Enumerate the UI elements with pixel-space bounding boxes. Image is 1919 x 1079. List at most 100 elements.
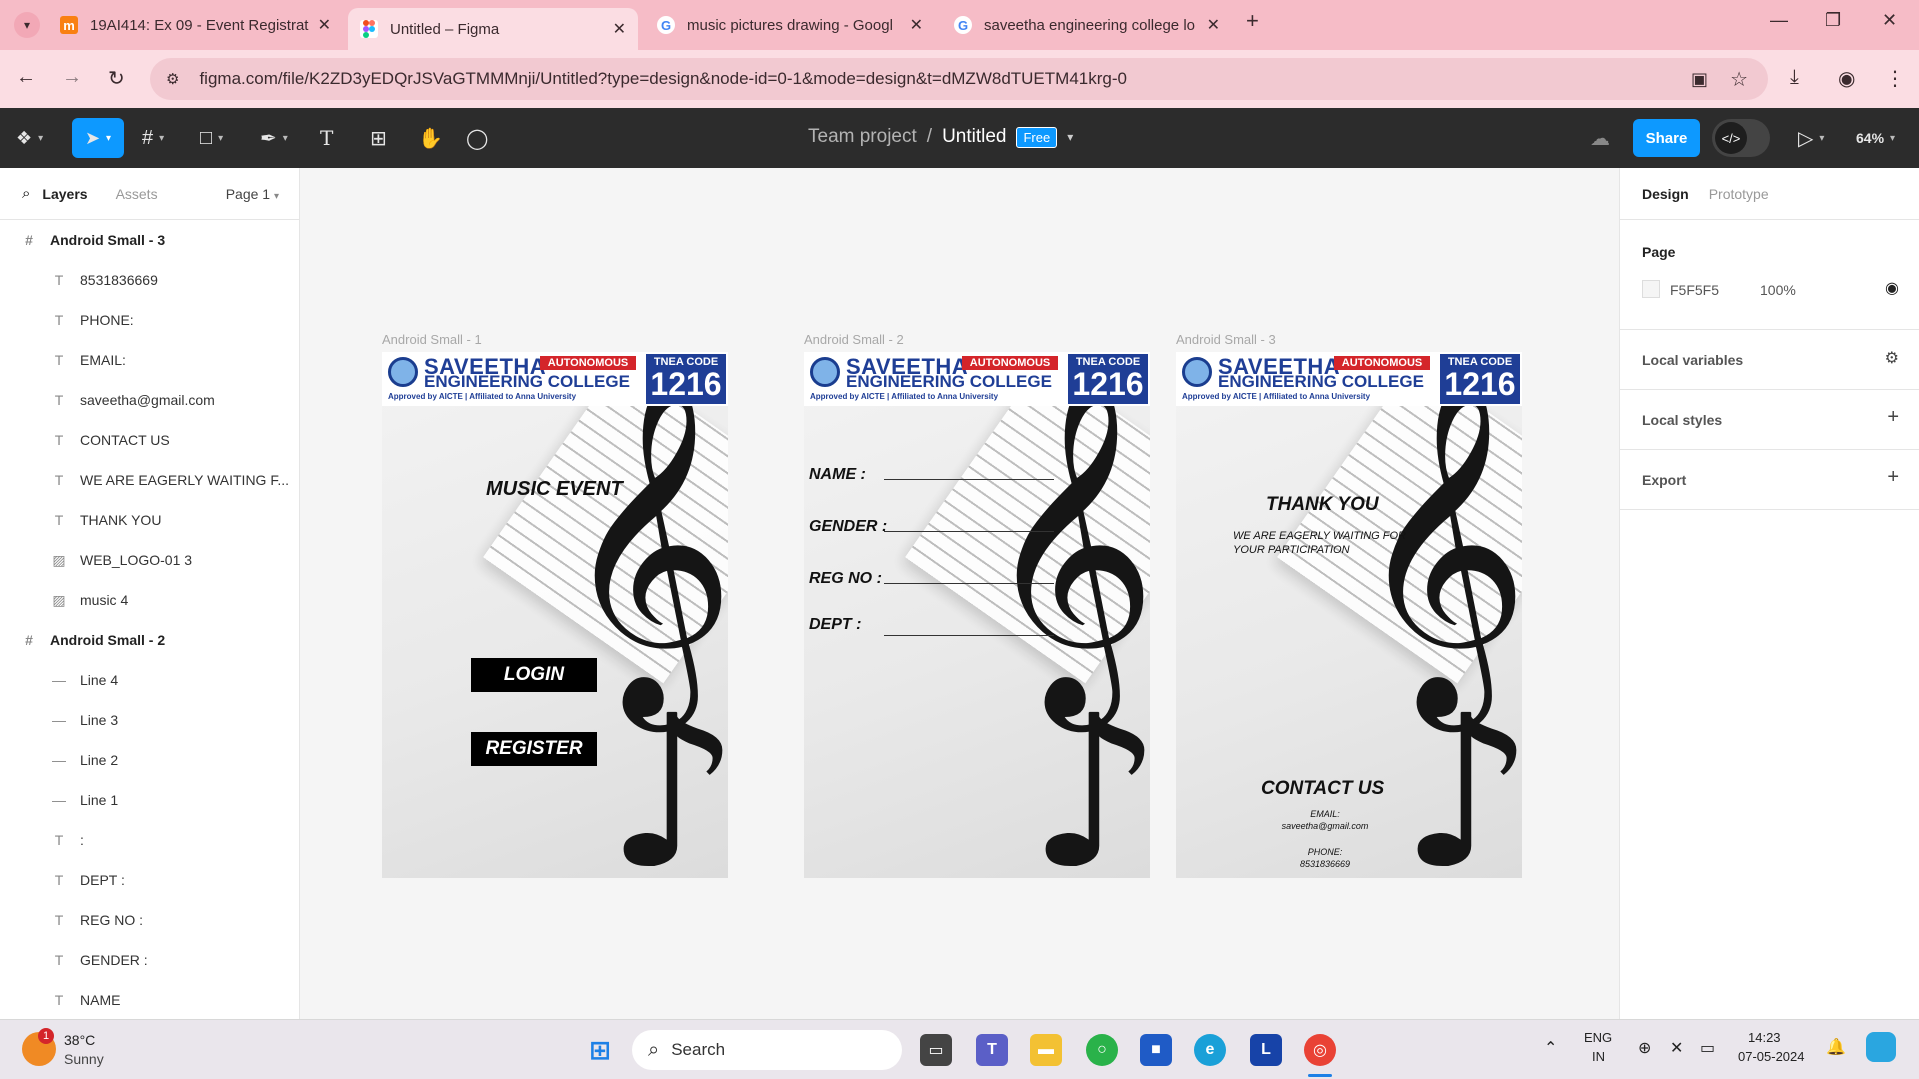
restore-icon[interactable]: ❐ bbox=[1825, 10, 1841, 31]
layer-row[interactable]: — Line 3 bbox=[0, 700, 299, 740]
page-color-hex[interactable]: F5F5F5 bbox=[1670, 282, 1719, 298]
eye-icon[interactable]: ◉ bbox=[1885, 278, 1899, 298]
forward-icon[interactable]: → bbox=[62, 66, 82, 89]
zoom-menu[interactable]: 64% ▾ bbox=[1856, 126, 1895, 150]
hand-tool-button[interactable]: ✋ bbox=[418, 126, 443, 150]
local-variables-section[interactable]: Local variables ⚙ bbox=[1620, 330, 1919, 390]
layer-row[interactable]: T PHONE: bbox=[0, 300, 299, 340]
edge-icon[interactable]: e bbox=[1194, 1034, 1226, 1066]
layer-row[interactable]: — Line 4 bbox=[0, 660, 299, 700]
shape-tool-button[interactable]: □ ▾ bbox=[200, 126, 223, 150]
resources-tool-button[interactable]: ⊞ bbox=[370, 126, 387, 150]
file-name[interactable]: Untitled bbox=[942, 126, 1006, 148]
bookmark-star-icon[interactable]: ☆ bbox=[1730, 67, 1748, 92]
taskbar-search[interactable]: ⌕ Search bbox=[632, 1030, 902, 1070]
task-view-icon[interactable]: ▭ bbox=[920, 1034, 952, 1066]
layer-row[interactable]: T: bbox=[0, 820, 299, 860]
layer-row[interactable]: T NAME bbox=[0, 980, 299, 1020]
notification-bell-icon[interactable]: 🔔 bbox=[1826, 1037, 1846, 1057]
page-color-swatch[interactable] bbox=[1642, 280, 1660, 298]
share-button[interactable]: Share bbox=[1633, 119, 1700, 157]
layer-row[interactable]: T REG NO : bbox=[0, 900, 299, 940]
layer-row[interactable]: T 8531836669 bbox=[0, 260, 299, 300]
back-icon[interactable]: ← bbox=[16, 66, 36, 89]
layer-frame-row[interactable]: # Android Small - 2 bbox=[0, 620, 299, 660]
menu-kebab-icon[interactable]: ⋮ bbox=[1885, 66, 1905, 91]
dev-mode-toggle[interactable]: </> bbox=[1712, 119, 1770, 157]
network-icon[interactable]: ⊕ bbox=[1638, 1038, 1651, 1058]
layer-row[interactable]: ▨ WEB_LOGO-01 3 bbox=[0, 540, 299, 580]
frame-android-small-2[interactable]: 𝄞 ♪ SAVEETHA ENGINEERING COLLEGE AUTONOM… bbox=[804, 352, 1150, 878]
present-button[interactable]: ▷ ▾ bbox=[1798, 126, 1824, 150]
frame-label[interactable]: Android Small - 3 bbox=[1176, 332, 1276, 347]
page-select[interactable]: Page 1 ▾ bbox=[226, 186, 279, 202]
comment-tool-button[interactable]: ◯ bbox=[466, 126, 488, 150]
battery-icon[interactable]: ▭ bbox=[1700, 1038, 1715, 1058]
chrome-icon[interactable]: ◎ bbox=[1304, 1034, 1336, 1066]
login-button[interactable]: LOGIN bbox=[471, 658, 597, 692]
clipboard-icon[interactable]: ▣ bbox=[1691, 69, 1708, 90]
windows-start-icon[interactable]: ⊞ bbox=[584, 1034, 616, 1066]
layer-row[interactable]: — Line 2 bbox=[0, 740, 299, 780]
weather-temp[interactable]: 38°C bbox=[64, 1032, 95, 1048]
layer-row[interactable]: Tsaveetha@gmail.com bbox=[0, 380, 299, 420]
app-circle-icon[interactable]: ○ bbox=[1086, 1034, 1118, 1066]
tab-assets[interactable]: Assets bbox=[116, 186, 158, 202]
search-layers-icon[interactable]: ⌕ bbox=[22, 185, 30, 202]
clock-time[interactable]: 14:23 bbox=[1748, 1030, 1781, 1045]
minimize-icon[interactable]: — bbox=[1770, 10, 1788, 31]
tray-chevron-icon[interactable]: ⌃ bbox=[1544, 1038, 1557, 1058]
teams-icon[interactable]: T bbox=[976, 1034, 1008, 1066]
text-tool-button[interactable]: T bbox=[320, 126, 333, 150]
layer-frame-row[interactable]: # Android Small - 3 bbox=[0, 220, 299, 260]
tab-google-music[interactable]: G music pictures drawing - Googl ✕ bbox=[645, 8, 935, 42]
url-bar[interactable]: ⚙ figma.com/file/K2ZD3yEDQrJSVaGTMMMnji/… bbox=[150, 58, 1768, 100]
file-explorer-icon[interactable]: ▬ bbox=[1030, 1034, 1062, 1066]
frame-tool-button[interactable]: # ▾ bbox=[142, 126, 164, 150]
layer-row[interactable]: T THANK YOU bbox=[0, 500, 299, 540]
frame-android-small-1[interactable]: 𝄞 ♪ SAVEETHA ENGINEERING COLLEGE AUTONOM… bbox=[382, 352, 728, 878]
team-project-link[interactable]: Team project bbox=[808, 126, 917, 148]
site-info-icon[interactable]: ⚙ bbox=[166, 70, 179, 88]
tab-layers[interactable]: Layers bbox=[42, 186, 87, 202]
frame-label[interactable]: Android Small - 2 bbox=[804, 332, 904, 347]
clock-date[interactable]: 07-05-2024 bbox=[1738, 1049, 1805, 1064]
tab-google-saveetha[interactable]: G saveetha engineering college lo ✕ bbox=[942, 8, 1232, 42]
main-menu-button[interactable]: ❖ ▾ bbox=[16, 126, 43, 150]
tab-design[interactable]: Design bbox=[1642, 186, 1689, 202]
layer-row[interactable]: T WE ARE EAGERLY WAITING F... bbox=[0, 460, 299, 500]
layer-row[interactable]: ▨ music 4 bbox=[0, 580, 299, 620]
weather-desc[interactable]: Sunny bbox=[64, 1051, 104, 1067]
layer-row[interactable]: — Line 1 bbox=[0, 780, 299, 820]
new-tab-button[interactable]: + bbox=[1246, 8, 1259, 34]
reload-icon[interactable]: ↻ bbox=[108, 66, 125, 91]
close-tab-icon[interactable]: ✕ bbox=[910, 15, 923, 35]
tab-figma[interactable]: Untitled – Figma ✕ bbox=[348, 8, 638, 50]
move-tool-button[interactable]: ➤ ▾ bbox=[72, 118, 124, 158]
add-style-icon[interactable]: + bbox=[1887, 406, 1899, 429]
lang-line1[interactable]: ENG bbox=[1584, 1030, 1612, 1045]
microsoft-store-icon[interactable]: ■ bbox=[1140, 1034, 1172, 1066]
design-canvas[interactable]: Android Small - 1 𝄞 ♪ SAVEETHA ENGINEERI… bbox=[301, 168, 1619, 1019]
close-tab-icon[interactable]: ✕ bbox=[318, 15, 331, 35]
profile-icon[interactable]: ◉ bbox=[1838, 66, 1855, 91]
register-button[interactable]: REGISTER bbox=[471, 732, 597, 766]
frame-label[interactable]: Android Small - 1 bbox=[382, 332, 482, 347]
page-opacity[interactable]: 100% bbox=[1760, 282, 1796, 298]
copilot-icon[interactable] bbox=[1866, 1032, 1896, 1062]
tab-prototype[interactable]: Prototype bbox=[1709, 186, 1769, 202]
tab-moodle[interactable]: m 19AI414: Ex 09 - Event Registrat ✕ bbox=[48, 8, 343, 42]
frame-android-small-3[interactable]: 𝄞 ♪ SAVEETHA ENGINEERING COLLEGE AUTONOM… bbox=[1176, 352, 1522, 878]
download-icon[interactable]: ⤓ bbox=[1790, 66, 1799, 89]
layer-row[interactable]: T CONTACT US bbox=[0, 420, 299, 460]
layer-row[interactable]: T DEPT : bbox=[0, 860, 299, 900]
close-window-icon[interactable]: ✕ bbox=[1882, 10, 1897, 31]
layer-row[interactable]: T GENDER : bbox=[0, 940, 299, 980]
lang-line2[interactable]: IN bbox=[1592, 1049, 1605, 1064]
close-tab-icon[interactable]: ✕ bbox=[613, 19, 626, 39]
tab-search-button[interactable]: ▾ bbox=[14, 12, 40, 38]
l-app-icon[interactable]: L bbox=[1250, 1034, 1282, 1066]
url-text[interactable]: figma.com/file/K2ZD3yEDQrJSVaGTMMMnji/Un… bbox=[199, 69, 1127, 89]
layer-row[interactable]: T EMAIL: bbox=[0, 340, 299, 380]
volume-muted-icon[interactable]: ✕ bbox=[1670, 1038, 1683, 1058]
